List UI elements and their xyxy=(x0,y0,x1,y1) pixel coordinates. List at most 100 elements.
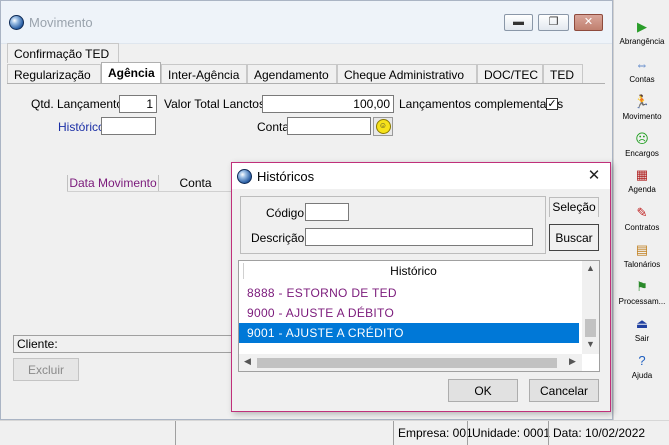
grid-header-conta[interactable]: Conta xyxy=(159,175,232,191)
dialog-app-icon xyxy=(237,169,252,184)
contratos-icon: ✎ xyxy=(636,205,648,220)
maximize-button[interactable]: ❐ xyxy=(538,14,569,31)
scroll-up-icon[interactable]: ▲ xyxy=(582,263,599,275)
minimize-button[interactable]: ▬ xyxy=(504,14,533,31)
title-bar: Movimento ▬ ❐ ✕ xyxy=(1,1,612,44)
status-cell-empty-1 xyxy=(0,421,176,445)
toolbar-sair-button[interactable]: ⏏ Sair xyxy=(614,314,669,350)
ok-button[interactable]: OK xyxy=(448,379,518,402)
toolbar-movimento-button[interactable]: 🏃 Movimento xyxy=(614,92,669,128)
excluir-button[interactable]: Excluir xyxy=(13,358,79,381)
tab-agencia[interactable]: Agência xyxy=(101,62,161,84)
list-item[interactable]: 9000 - AJUSTE A DÉBITO xyxy=(239,303,579,323)
tab-ted[interactable]: TED xyxy=(543,64,583,84)
hscroll-thumb[interactable] xyxy=(257,358,557,368)
list-item[interactable]: 8888 - ESTORNO DE TED xyxy=(239,283,579,303)
minimize-icon: ▬ xyxy=(513,16,524,28)
codigo-label: Código: xyxy=(266,206,308,220)
toolbar-label: Encargos xyxy=(625,149,659,158)
talonarios-icon: ▤ xyxy=(635,242,649,257)
scroll-right-icon[interactable]: ▶ xyxy=(566,356,579,369)
tab-inter-agencia[interactable]: Inter-Agência xyxy=(161,64,247,84)
cancel-button[interactable]: Cancelar xyxy=(529,379,599,402)
cliente-box: Cliente: xyxy=(13,335,233,353)
conta-lookup-button[interactable]: ☺ xyxy=(373,117,393,136)
qtd-lancamentos-field[interactable]: 1 xyxy=(119,95,157,113)
dialog-title-bar: Históricos ✕ xyxy=(232,163,610,189)
toolbar-label: Talonários xyxy=(623,260,661,269)
status-bar: Empresa: 001 Unidade: 0001 Data: 10/02/2… xyxy=(0,420,669,445)
valor-total-label: Valor Total Lanctos. xyxy=(164,97,269,111)
toolbar-processamento-button[interactable]: ⚑ Processam... xyxy=(614,277,669,313)
buscar-button[interactable]: Buscar xyxy=(549,224,599,251)
status-cell-empty-2 xyxy=(180,421,392,445)
toolbar-label: Abrangência xyxy=(619,37,665,46)
app-icon xyxy=(9,15,24,30)
descricao-field[interactable] xyxy=(305,228,533,246)
conta-field[interactable] xyxy=(287,117,371,135)
toolbar-talonarios-button[interactable]: ▤ Talonários xyxy=(614,240,669,276)
toolbar-label: Contratos xyxy=(624,223,660,232)
dialog-close-icon[interactable]: ✕ xyxy=(584,166,604,186)
list-vertical-scrollbar[interactable]: ▲ ▼ xyxy=(582,261,599,354)
toolbar-encargos-button[interactable]: ☹ Encargos xyxy=(614,129,669,165)
toolbar-label: Ajuda xyxy=(631,371,653,380)
list-header-historico[interactable]: Histórico xyxy=(243,263,584,279)
tab-agendamento[interactable]: Agendamento xyxy=(247,64,337,84)
right-toolbar: ▶ Abrangência ⇔ Contas 🏃 Movimento ☹ Encargos ▦ A… xyxy=(613,0,669,420)
codigo-field[interactable] xyxy=(305,203,349,221)
lancamentos-complementares-checkbox[interactable]: ✓ xyxy=(546,98,558,110)
toolbar-contratos-button[interactable]: ✎ Contratos xyxy=(614,203,669,239)
toolbar-abrangencia-button[interactable]: ▶ Abrangência xyxy=(614,17,669,53)
cliente-label: Cliente: xyxy=(17,337,58,351)
historico-label: Histórico xyxy=(58,120,105,134)
list-horizontal-scrollbar[interactable]: ◀ ▶ xyxy=(239,354,582,371)
tab-doc-tec[interactable]: DOC/TEC xyxy=(477,64,543,84)
selecao-tab[interactable]: Seleção xyxy=(549,197,599,217)
conta-label: Conta xyxy=(257,120,290,134)
restore-icon: ❐ xyxy=(548,16,559,28)
grid-header: Data Movimento Conta xyxy=(67,175,232,192)
window-title: Movimento xyxy=(29,15,93,30)
sair-icon: ⏏ xyxy=(635,316,649,331)
toolbar-contas-button[interactable]: ⇔ Contas xyxy=(614,55,669,91)
status-unidade: Unidade: 0001 xyxy=(467,421,550,445)
tab-panel-border xyxy=(7,83,605,84)
abrangencia-icon: ▶ xyxy=(637,19,647,34)
descricao-label: Descrição: xyxy=(251,231,308,245)
scroll-down-icon[interactable]: ▼ xyxy=(582,339,599,351)
agenda-icon: ▦ xyxy=(635,167,649,182)
tab-regularizacao[interactable]: Regularização xyxy=(7,64,101,84)
encargos-icon: ☹ xyxy=(635,131,649,146)
valor-total-field[interactable]: 100,00 xyxy=(262,95,394,113)
smiley-icon: ☺ xyxy=(375,119,391,134)
movimento-icon: 🏃 xyxy=(633,94,651,109)
historico-list: Histórico 8888 - ESTORNO DE TED 9000 - A… xyxy=(238,260,600,372)
close-window-button[interactable]: ✕ xyxy=(574,14,603,31)
toolbar-label: Contas xyxy=(629,75,655,84)
toolbar-agenda-button[interactable]: ▦ Agenda xyxy=(614,165,669,201)
qtd-lancamentos-label: Qtd. Lançamentos xyxy=(31,97,130,111)
lancamentos-complementares-label: Lançamentos complementares xyxy=(399,97,564,111)
contas-icon: ⇔ xyxy=(635,57,649,72)
tab-cheque-administrativo[interactable]: Cheque Administrativo xyxy=(337,64,477,84)
status-data: Data: 10/02/2022 xyxy=(548,421,658,445)
scroll-left-icon[interactable]: ◀ xyxy=(241,356,254,369)
historicos-dialog: Históricos ✕ Código: Descrição: Seleção … xyxy=(231,162,611,412)
toolbar-label: Processam... xyxy=(618,297,666,306)
toolbar-label: Agenda xyxy=(628,185,656,194)
list-item-selected[interactable]: 9001 - AJUSTE A CRÉDITO xyxy=(239,323,579,343)
ajuda-icon: ? xyxy=(638,353,646,368)
status-empresa: Empresa: 001 xyxy=(393,421,473,445)
historico-field[interactable] xyxy=(101,117,156,135)
close-icon: ✕ xyxy=(583,16,594,28)
toolbar-ajuda-button[interactable]: ? Ajuda xyxy=(614,351,669,387)
scroll-thumb[interactable] xyxy=(585,319,596,337)
dialog-title: Históricos xyxy=(257,169,315,184)
grid-header-data-movimento[interactable]: Data Movimento xyxy=(67,175,159,191)
toolbar-label: Sair xyxy=(634,334,650,343)
toolbar-label: Movimento xyxy=(622,112,662,121)
list-header-row: Histórico xyxy=(239,261,599,281)
processamento-icon: ⚑ xyxy=(636,279,648,294)
tab-confirmacao-ted[interactable]: Confirmação TED xyxy=(7,43,119,63)
